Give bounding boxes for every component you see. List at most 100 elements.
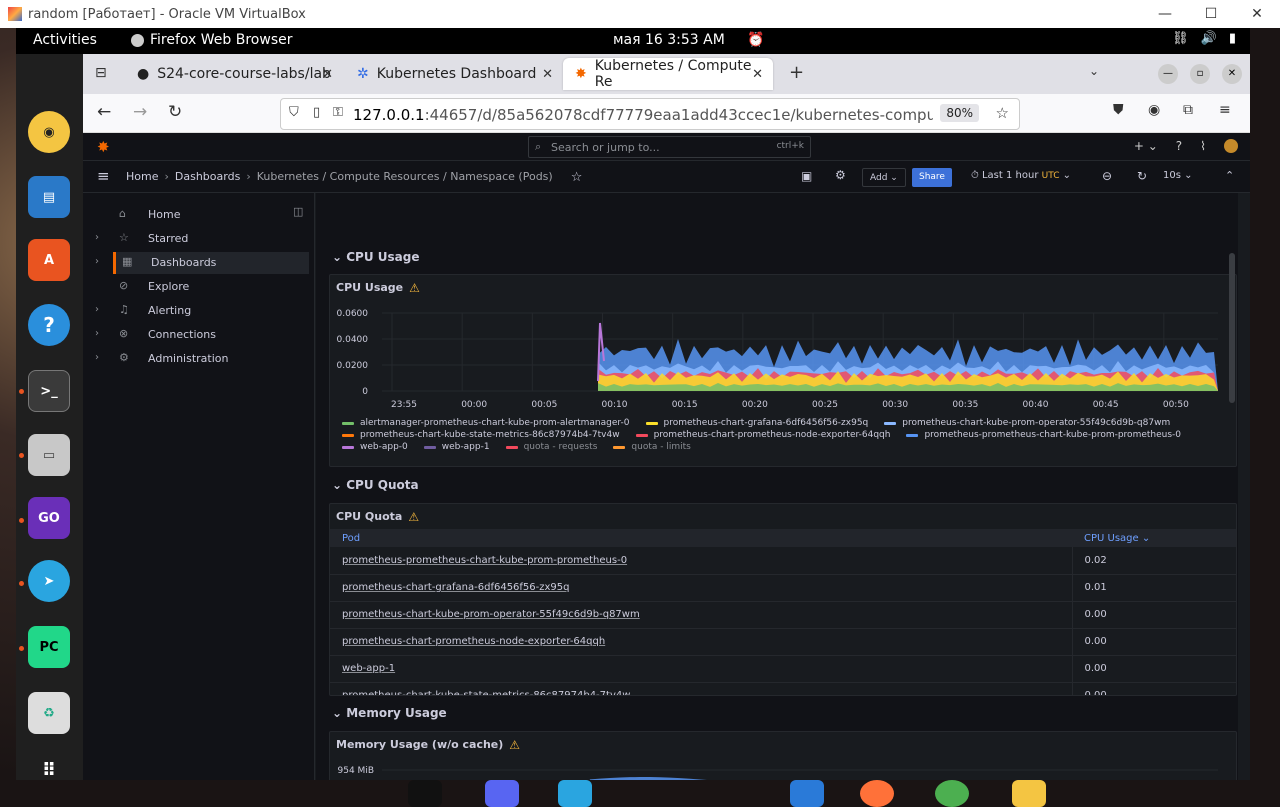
row-cpu-quota[interactable]: ⌄ CPU Quota xyxy=(332,478,419,492)
restore-icon[interactable]: ▫ xyxy=(1190,64,1210,84)
legend-item[interactable]: quota - limits xyxy=(613,442,691,452)
chevron-right-icon[interactable]: › xyxy=(95,256,99,267)
libreoffice-writer-icon[interactable]: ▤ xyxy=(28,176,70,218)
firefox-icon[interactable] xyxy=(860,780,894,807)
warning-icon[interactable]: ⚠ xyxy=(409,281,420,295)
legend-item[interactable]: prometheus-chart-kube-state-metrics-86c8… xyxy=(342,430,620,440)
help-icon[interactable]: ? xyxy=(28,304,70,346)
sidebar-item-connections[interactable]: › ⊗ Connections xyxy=(83,324,315,346)
time-picker[interactable]: ⏱ Last 1 hour UTC ⌄ xyxy=(971,170,1071,181)
app-menu[interactable]: Firefox Web Browser xyxy=(131,32,293,48)
url-bar[interactable]: ⛉ ▯ ⚿ 127.0.0.1:44657/d/85a562078cdf7777… xyxy=(280,98,1020,130)
legend-item[interactable]: web-app-0 xyxy=(342,442,408,452)
pod-link[interactable]: web-app-1 xyxy=(330,655,1073,683)
telegram-icon[interactable]: ➤ xyxy=(28,560,70,602)
star-icon[interactable]: ☆ xyxy=(571,170,583,185)
key-icon[interactable]: ⚿ xyxy=(333,105,343,120)
account-icon[interactable]: ◉ xyxy=(1148,102,1160,118)
app-center-icon[interactable]: A xyxy=(28,239,70,281)
tab-overview-icon[interactable]: ⊟ xyxy=(95,65,107,81)
legend-item[interactable]: prometheus-chart-kube-prom-operator-55f4… xyxy=(884,418,1170,428)
pod-link[interactable]: prometheus-chart-kube-prom-operator-55f4… xyxy=(330,601,1073,629)
refresh-icon[interactable]: ↻ xyxy=(1137,169,1147,183)
pod-link[interactable]: prometheus-prometheus-chart-kube-prom-pr… xyxy=(330,547,1073,575)
memory-usage-chart[interactable]: 954 MiB715 MiB477 MiB238 MiB xyxy=(330,762,1236,780)
tab-grafana[interactable]: ✸ Kubernetes / Compute Re ✕ xyxy=(563,58,773,90)
folder-icon[interactable] xyxy=(1012,780,1046,807)
pycharm-icon[interactable]: PC xyxy=(28,626,70,668)
sidebar-item-home[interactable]: ⌂ Home xyxy=(83,204,315,226)
pod-link[interactable]: prometheus-chart-prometheus-node-exporte… xyxy=(330,628,1073,656)
panel-title[interactable]: CPU Quota ⚠ xyxy=(336,510,419,524)
settings-icon[interactable]: ⚙ xyxy=(835,168,846,182)
show-apps-icon[interactable]: ⠿ xyxy=(28,749,70,781)
column-header-cpu-usage[interactable]: CPU Usage ⌄ xyxy=(1072,529,1236,547)
chevron-right-icon[interactable]: › xyxy=(95,328,99,339)
breadcrumb-dashboards[interactable]: Dashboards xyxy=(175,170,240,185)
close-tab-icon[interactable]: ✕ xyxy=(752,67,763,82)
close-button[interactable]: ✕ xyxy=(1234,0,1280,28)
search-input[interactable]: ⌕ Search or jump to... ctrl+k xyxy=(528,136,811,158)
new-tab-icon[interactable]: + xyxy=(789,62,804,83)
back-icon[interactable]: ← xyxy=(97,102,111,122)
clock[interactable]: мая 16 3:53 AM ⏰ xyxy=(613,32,765,48)
warning-icon[interactable]: ⚠ xyxy=(509,738,520,752)
warning-icon[interactable]: ⚠ xyxy=(408,510,419,524)
chevron-right-icon[interactable]: › xyxy=(95,232,99,243)
menu-icon[interactable]: ≡ xyxy=(1219,102,1231,118)
save-icon[interactable]: ▣ xyxy=(801,169,812,183)
pocket-icon[interactable]: ⛊ xyxy=(1113,102,1124,118)
menu-toggle-icon[interactable]: ≡ xyxy=(97,167,110,185)
pod-link[interactable]: prometheus-chart-kube-state-metrics-86c8… xyxy=(330,682,1073,695)
tiktok-icon[interactable] xyxy=(408,780,442,807)
row-cpu-usage[interactable]: ⌄ CPU Usage xyxy=(332,250,419,264)
terminal-icon[interactable]: >_ xyxy=(28,370,70,412)
telegram-icon[interactable] xyxy=(558,780,592,807)
pod-link[interactable]: prometheus-chart-grafana-6df6456f56-zx95… xyxy=(330,574,1073,602)
help-icon[interactable]: ? xyxy=(1176,139,1182,153)
grafana-logo[interactable]: ✸ xyxy=(97,138,110,156)
legend-item[interactable]: web-app-1 xyxy=(423,442,490,452)
url-text[interactable]: 127.0.0.1:44657/d/85a562078cdf77779eaa1a… xyxy=(353,106,933,124)
collapse-icon[interactable]: ⌃ xyxy=(1225,169,1234,182)
cpu-usage-chart[interactable]: 0.0600 0.0400 0.0200 0 23:55 00:00 00:05 00:10 0… xyxy=(330,305,1236,435)
tab-kubernetes-dashboard[interactable]: ✲ Kubernetes Dashboard ✕ xyxy=(345,58,563,90)
tab-github[interactable]: ● S24-core-course-labs/lab ✕ xyxy=(125,58,343,90)
news-icon[interactable]: ⌇ xyxy=(1200,139,1206,153)
extensions-icon[interactable]: ⧉ xyxy=(1183,102,1193,118)
files-icon[interactable]: ▭ xyxy=(28,434,70,476)
forward-icon[interactable]: → xyxy=(133,102,147,122)
close-tab-icon[interactable]: ✕ xyxy=(322,67,333,82)
panel-title[interactable]: Memory Usage (w/o cache) ⚠ xyxy=(336,738,520,752)
legend-item[interactable]: alertmanager-prometheus-chart-kube-prom-… xyxy=(342,418,630,428)
list-tabs-icon[interactable]: ⌄ xyxy=(1089,64,1099,78)
sidebar-item-administration[interactable]: › ⚙ Administration xyxy=(83,348,315,370)
breadcrumb-home[interactable]: Home xyxy=(126,170,158,185)
sidebar-item-alerting[interactable]: › ♫ Alerting xyxy=(83,300,315,322)
refresh-interval[interactable]: 10s ⌄ xyxy=(1163,170,1193,181)
goland-icon[interactable]: GO xyxy=(28,497,70,539)
zoom-level[interactable]: 80% xyxy=(940,104,979,122)
share-button[interactable]: Share xyxy=(912,168,952,187)
profile-avatar[interactable] xyxy=(1224,139,1238,153)
chevron-right-icon[interactable]: › xyxy=(95,304,99,315)
new-menu-icon[interactable]: + ⌄ xyxy=(1134,139,1158,153)
reload-icon[interactable]: ↻ xyxy=(168,102,182,122)
shield-icon[interactable]: ⛉ xyxy=(289,105,299,120)
minimize-button[interactable]: — xyxy=(1142,0,1188,28)
sidebar-item-dashboards[interactable]: ▦ Dashboards xyxy=(113,252,309,274)
discord-icon[interactable] xyxy=(485,780,519,807)
column-header-pod[interactable]: Pod xyxy=(330,529,1072,547)
close-tab-icon[interactable]: ✕ xyxy=(542,67,553,82)
vscode-icon[interactable] xyxy=(790,780,824,807)
panel-title[interactable]: CPU Usage ⚠ xyxy=(336,281,420,295)
close-window-icon[interactable]: ✕ xyxy=(1222,64,1242,84)
zoom-out-icon[interactable]: ⊖ xyxy=(1102,169,1112,183)
maximize-button[interactable]: ☐ xyxy=(1188,0,1234,28)
legend-item[interactable]: prometheus-chart-grafana-6df6456f56-zx95… xyxy=(645,418,868,428)
legend-item[interactable]: prometheus-prometheus-chart-kube-prom-pr… xyxy=(906,430,1181,440)
legend-item[interactable]: quota - requests xyxy=(505,442,597,452)
chevron-right-icon[interactable]: › xyxy=(95,352,99,363)
scrollbar[interactable] xyxy=(1229,253,1235,403)
minimize-icon[interactable]: — xyxy=(1158,64,1178,84)
